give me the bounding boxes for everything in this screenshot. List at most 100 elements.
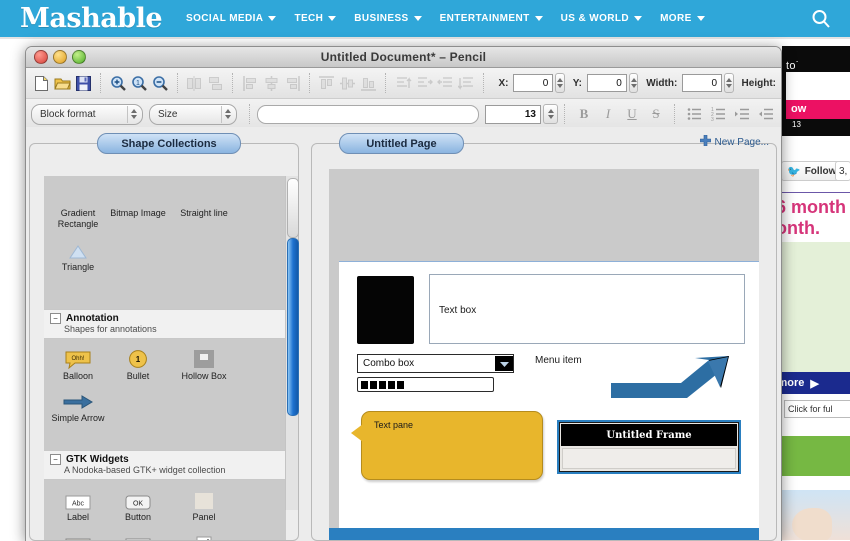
new-document-button[interactable]: [33, 72, 50, 94]
shape-item-label-widget[interactable]: Abc Label: [48, 488, 108, 523]
underline-button[interactable]: U: [620, 103, 644, 125]
tab-untitled-page[interactable]: Untitled Page: [339, 133, 464, 154]
ungroup-button[interactable]: [207, 72, 224, 94]
block-format-select[interactable]: Block format: [31, 104, 143, 125]
shape-item-bullet[interactable]: 1 Bullet: [108, 347, 168, 382]
shape-group-header-gtk-widgets[interactable]: − GTK Widgets A Nodoka-based GTK+ widget…: [44, 450, 286, 480]
shape-group-items: Gradient Rectangle Bitmap Image Straight…: [44, 176, 286, 309]
align-middle-button[interactable]: [339, 72, 356, 94]
size-select[interactable]: Size: [149, 104, 237, 125]
shape-group-subtitle: Shapes for annotations: [64, 324, 286, 334]
format-toolbar: Block format Size 13 B I U S 123: [26, 99, 781, 130]
shape-item-gradient-rectangle[interactable]: Gradient Rectangle: [48, 184, 108, 230]
strikethrough-button[interactable]: S: [644, 103, 668, 125]
nav-item-tech[interactable]: TECH: [294, 13, 336, 24]
ad-cta-button[interactable]: ow: [786, 100, 850, 119]
save-document-button[interactable]: [75, 72, 92, 94]
canvas-background[interactable]: Text box Combo box Menu item: [329, 169, 759, 540]
font-size-input[interactable]: 13: [485, 105, 541, 124]
simple-arrow-shape[interactable]: [609, 356, 731, 404]
shape-item-button-widget[interactable]: OK Button: [108, 488, 168, 523]
italic-button[interactable]: I: [596, 103, 620, 125]
align-top-button[interactable]: [318, 72, 335, 94]
shape-collections-scrollbar[interactable]: [285, 176, 298, 510]
shape-item-hollow-box[interactable]: Hollow Box: [168, 347, 240, 382]
x-input[interactable]: 0: [513, 74, 553, 92]
shape-item-label: Panel: [192, 512, 215, 523]
bold-button[interactable]: B: [572, 103, 596, 125]
toolbar-separator: [483, 73, 485, 93]
y-input[interactable]: 0: [587, 74, 627, 92]
shape-item-textbox-widget[interactable]: Ab Text Box: [108, 530, 168, 540]
zoom-in-button[interactable]: [110, 72, 127, 94]
shape-item-triangle[interactable]: Triangle: [48, 238, 108, 273]
zoom-100-button[interactable]: 1: [131, 72, 148, 94]
align-right-button[interactable]: [284, 72, 301, 94]
align-left-button[interactable]: [242, 72, 259, 94]
bullet-icon: 1: [128, 347, 148, 369]
outdent-button[interactable]: [754, 103, 778, 125]
indent-button[interactable]: [730, 103, 754, 125]
shape-item-progress-widget[interactable]: Progress: [48, 530, 108, 540]
shape-item-bitmap-image[interactable]: Bitmap Image: [108, 184, 168, 230]
zoom-out-button[interactable]: [152, 72, 169, 94]
triangle-icon: [68, 238, 88, 260]
combo-box-shape[interactable]: Combo box: [357, 354, 514, 373]
text-pane-callout-shape[interactable]: Text pane: [361, 411, 543, 480]
promo-photo-subject: [792, 508, 832, 540]
size-stepper[interactable]: [221, 106, 234, 123]
black-rectangle-shape[interactable]: [357, 276, 414, 344]
format-separator: [564, 104, 566, 124]
nav-item-us-world[interactable]: US & WORLD: [561, 13, 642, 24]
bullet-list-button[interactable]: [682, 103, 706, 125]
collapse-expander-icon[interactable]: −: [50, 313, 61, 324]
tab-shape-collections[interactable]: Shape Collections: [97, 133, 241, 154]
site-logo[interactable]: Mashable: [20, 3, 162, 34]
nav-item-more[interactable]: MORE: [660, 13, 705, 24]
nav-item-business[interactable]: BUSINESS: [354, 13, 421, 24]
twitter-follow-button[interactable]: 🐦 Follow: [781, 161, 842, 181]
menu-item-shape[interactable]: Menu item: [535, 355, 582, 366]
shape-item-straight-line[interactable]: Straight line: [168, 184, 240, 230]
align-bottom-button[interactable]: [360, 72, 377, 94]
numbered-list-button[interactable]: 123: [706, 103, 730, 125]
shape-group-header-annotation[interactable]: − Annotation Shapes for annotations: [44, 309, 286, 339]
group-button[interactable]: [186, 72, 203, 94]
width-stepper[interactable]: [724, 73, 733, 93]
send-to-back-button[interactable]: [458, 72, 475, 94]
bring-forward-button[interactable]: [416, 72, 433, 94]
nav-label: MORE: [660, 13, 692, 24]
send-backward-button[interactable]: [437, 72, 454, 94]
shape-collections-body: Gradient Rectangle Bitmap Image Straight…: [29, 143, 299, 541]
frame-body[interactable]: [562, 448, 736, 469]
open-document-button[interactable]: [54, 72, 71, 94]
align-center-button[interactable]: [263, 72, 280, 94]
shape-item-balloon[interactable]: Ohh! Balloon: [48, 347, 108, 382]
shape-item-panel-widget[interactable]: Panel: [168, 488, 240, 523]
window-titlebar[interactable]: Untitled Document* – Pencil: [26, 47, 781, 68]
search-icon[interactable]: [810, 8, 832, 30]
callout-text: Text pane: [374, 420, 413, 430]
chevron-down-icon[interactable]: [495, 356, 513, 371]
nav-item-entertainment[interactable]: ENTERTAINMENT: [440, 13, 543, 24]
text-box-shape[interactable]: Text box: [429, 274, 745, 344]
scrollbar-thumb[interactable]: [287, 238, 299, 416]
font-size-stepper[interactable]: [543, 104, 558, 124]
new-page-button[interactable]: New Page...: [700, 135, 769, 149]
panel-icon: [194, 488, 214, 510]
font-family-input[interactable]: [257, 105, 479, 124]
shape-item-checkbox-widget[interactable]: Checkbox: [168, 530, 240, 540]
shape-collections-list[interactable]: Gradient Rectangle Bitmap Image Straight…: [44, 176, 286, 540]
block-format-stepper[interactable]: [127, 106, 140, 123]
width-input[interactable]: 0: [682, 74, 722, 92]
page-sheet[interactable]: Text box Combo box Menu item: [339, 261, 759, 528]
bring-to-front-button[interactable]: [395, 72, 412, 94]
password-field-shape[interactable]: [357, 377, 494, 392]
shape-item-simple-arrow[interactable]: Simple Arrow: [48, 389, 108, 424]
collapse-expander-icon[interactable]: −: [50, 454, 61, 465]
x-stepper[interactable]: [555, 73, 564, 93]
y-stepper[interactable]: [629, 73, 638, 93]
untitled-frame-shape[interactable]: Untitled Frame: [557, 420, 741, 474]
block-format-value: Block format: [40, 109, 123, 120]
nav-item-social-media[interactable]: SOCIAL MEDIA: [186, 13, 276, 24]
